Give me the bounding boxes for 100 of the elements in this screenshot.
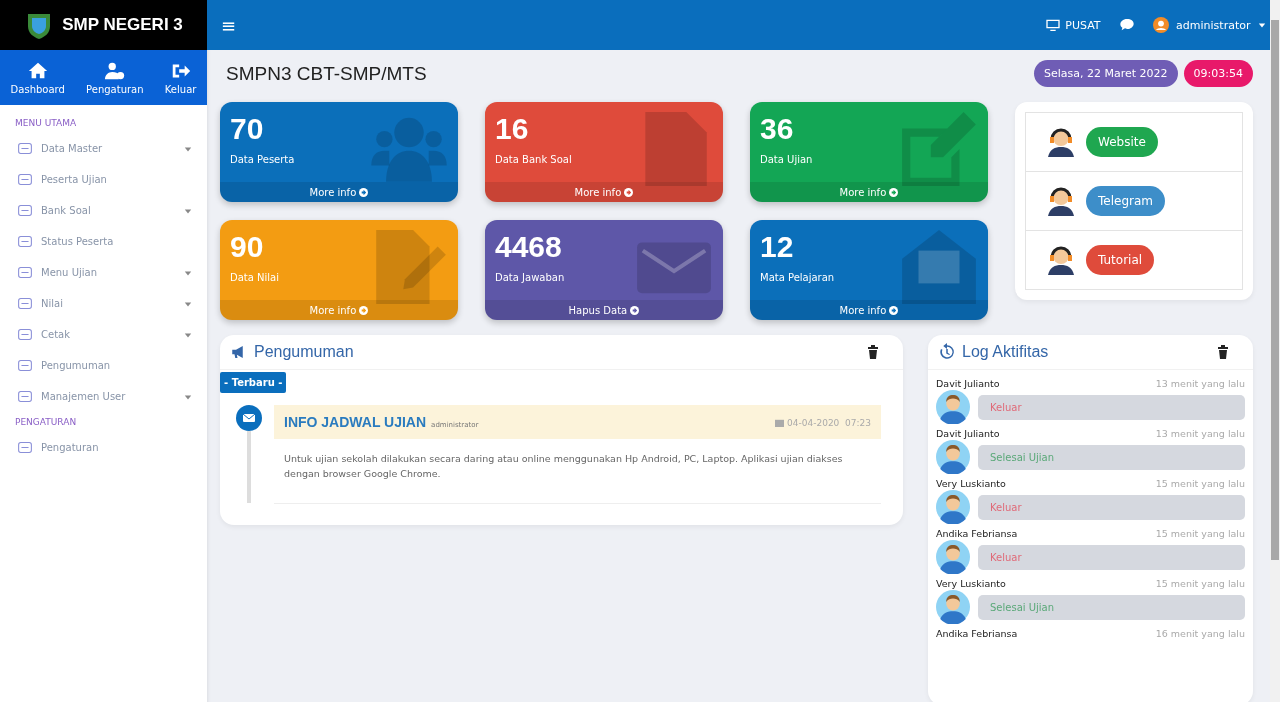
user-name: Andika Febriansa (936, 628, 1018, 639)
user-name: Davit Julianto (936, 378, 1000, 389)
contact-link-button[interactable]: Tutorial (1086, 245, 1155, 275)
sidebar-item[interactable]: Nilai (0, 288, 207, 319)
sidebar-item[interactable]: Manajemen User (0, 381, 207, 412)
avatar-icon (936, 490, 970, 524)
activity-message: Selesai Ujian (978, 594, 1245, 620)
more-info-link[interactable]: More info (750, 182, 988, 202)
avatar-icon (936, 390, 970, 424)
activity-message: Keluar (978, 494, 1245, 520)
stat-value: 4468 (494, 229, 563, 264)
caret-icon (184, 299, 192, 308)
arrow-circle-icon (889, 187, 899, 197)
envelope-icon (236, 405, 262, 431)
caret-icon (184, 268, 192, 277)
caret-icon (184, 144, 192, 153)
sidebar-item[interactable]: Pengaturan (0, 432, 207, 463)
chat-icon[interactable] (1118, 17, 1135, 33)
stat-value: 12 (759, 229, 795, 264)
avatar-icon (936, 540, 970, 574)
quick-nav-link[interactable]: Keluar (162, 58, 199, 97)
stat-label: Data Ujian (760, 154, 813, 165)
avatar-icon (936, 440, 970, 474)
arrow-circle-icon (889, 305, 899, 315)
announcement-title: INFO JADWAL UJIAN (284, 414, 427, 430)
history-icon (938, 343, 956, 361)
time-badge: 09:03:54 (1183, 60, 1253, 87)
stat-value: 70 (229, 111, 265, 146)
user-name: Davit Julianto (936, 428, 1000, 439)
stat-label: Data Nilai (230, 272, 279, 283)
stat-value: 36 (759, 111, 795, 146)
user-name: Very Luskianto (936, 478, 1006, 489)
activity-message: Keluar (978, 394, 1245, 420)
stat-value: 90 (229, 229, 265, 264)
sidebar-heading: MENU UTAMA (14, 117, 78, 130)
contact-link-button[interactable]: Website (1086, 127, 1158, 157)
menu-item-icon (15, 295, 35, 312)
time-ago: 15 menit yang lalu (1155, 528, 1245, 539)
more-info-link[interactable]: Hapus Data (485, 300, 723, 320)
caret-icon (184, 330, 192, 339)
time-ago: 15 menit yang lalu (1155, 578, 1245, 589)
time-ago: 13 menit yang lalu (1155, 378, 1245, 389)
trash-icon[interactable] (867, 345, 879, 359)
more-info-link[interactable]: More info (750, 300, 988, 320)
stat-label: Data Peserta (230, 154, 295, 165)
quick-nav-link[interactable]: Dashboard (8, 58, 67, 97)
announcement-text: Untuk ujian sekolah dilakukan secara daring atau online menggunakan Hp Android, PC, Laptop. Aplikasi ujian diakses dengan browser Google Chrome. (283, 452, 844, 482)
caret-icon (1258, 21, 1266, 29)
caret-icon (184, 392, 192, 401)
avatar-icon (1152, 17, 1169, 33)
arrow-circle-icon (624, 187, 634, 197)
panel-title: Log Aktifitas (962, 343, 1050, 361)
more-info-link[interactable]: More info (485, 182, 723, 202)
sidebar-item[interactable]: Peserta Ujian (0, 164, 207, 195)
contact-link-button[interactable]: Telegram (1086, 186, 1165, 216)
sidebar-item[interactable]: Cetak (0, 319, 207, 350)
user-name: Andika Febriansa (936, 528, 1018, 539)
more-info-link[interactable]: More info (220, 300, 458, 320)
monitor-icon (1045, 17, 1062, 33)
sidebar-item[interactable]: Bank Soal (0, 195, 207, 226)
scrollbar[interactable] (1270, 0, 1280, 702)
sidebar-item[interactable]: Pengumuman (0, 350, 207, 381)
stat-label: Mata Pelajaran (760, 272, 835, 283)
menu-item-icon (15, 388, 35, 405)
server-link[interactable]: PUSAT (1045, 17, 1101, 33)
sidebar-item[interactable]: Status Peserta (0, 226, 207, 257)
time-ago: 15 menit yang lalu (1155, 478, 1245, 489)
sidebar-heading: PENGATURAN (14, 416, 78, 429)
menu-item-icon (15, 326, 35, 343)
caret-icon (184, 206, 192, 215)
brand-title: SMP NEGERI 3 (62, 15, 183, 35)
time-ago: 16 menit yang lalu (1155, 628, 1245, 639)
menu-item-icon (15, 140, 35, 157)
date-badge: Selasa, 22 Maret 2022 (1034, 60, 1178, 87)
sidebar-item[interactable]: Menu Ujian (0, 257, 207, 288)
calendar-icon (775, 418, 785, 427)
time-ago: 13 menit yang lalu (1155, 428, 1245, 439)
quick-nav-link[interactable]: Pengaturan (84, 58, 146, 97)
stat-label: Data Jawaban (495, 272, 565, 283)
arrow-circle-icon (630, 305, 640, 315)
activity-message: Selesai Ujian (978, 444, 1245, 470)
trash-icon[interactable] (1217, 345, 1229, 359)
avatar-icon (936, 590, 970, 624)
page-title: SMPN3 CBT-SMP/MTS (225, 62, 428, 85)
menu-item-icon (15, 439, 35, 456)
latest-label: - Terbaru - (220, 372, 287, 393)
arrow-circle-icon (359, 305, 369, 315)
menu-item-icon (15, 171, 35, 188)
menu-item-icon (15, 202, 35, 219)
arrow-circle-icon (359, 187, 369, 197)
menu-item-icon (15, 264, 35, 281)
activity-message: Keluar (978, 544, 1245, 570)
panel-title: Pengumuman (254, 343, 355, 361)
menu-toggle[interactable]: ≡ (221, 14, 1028, 36)
menu-item-icon (15, 233, 35, 250)
user-menu[interactable]: administrator (1152, 17, 1266, 33)
user-name: Very Luskianto (936, 578, 1006, 589)
announcement-date: 04-04-2020 07:23 (787, 417, 871, 428)
stat-label: Data Bank Soal (495, 154, 572, 165)
sidebar-item[interactable]: Data Master (0, 133, 207, 164)
